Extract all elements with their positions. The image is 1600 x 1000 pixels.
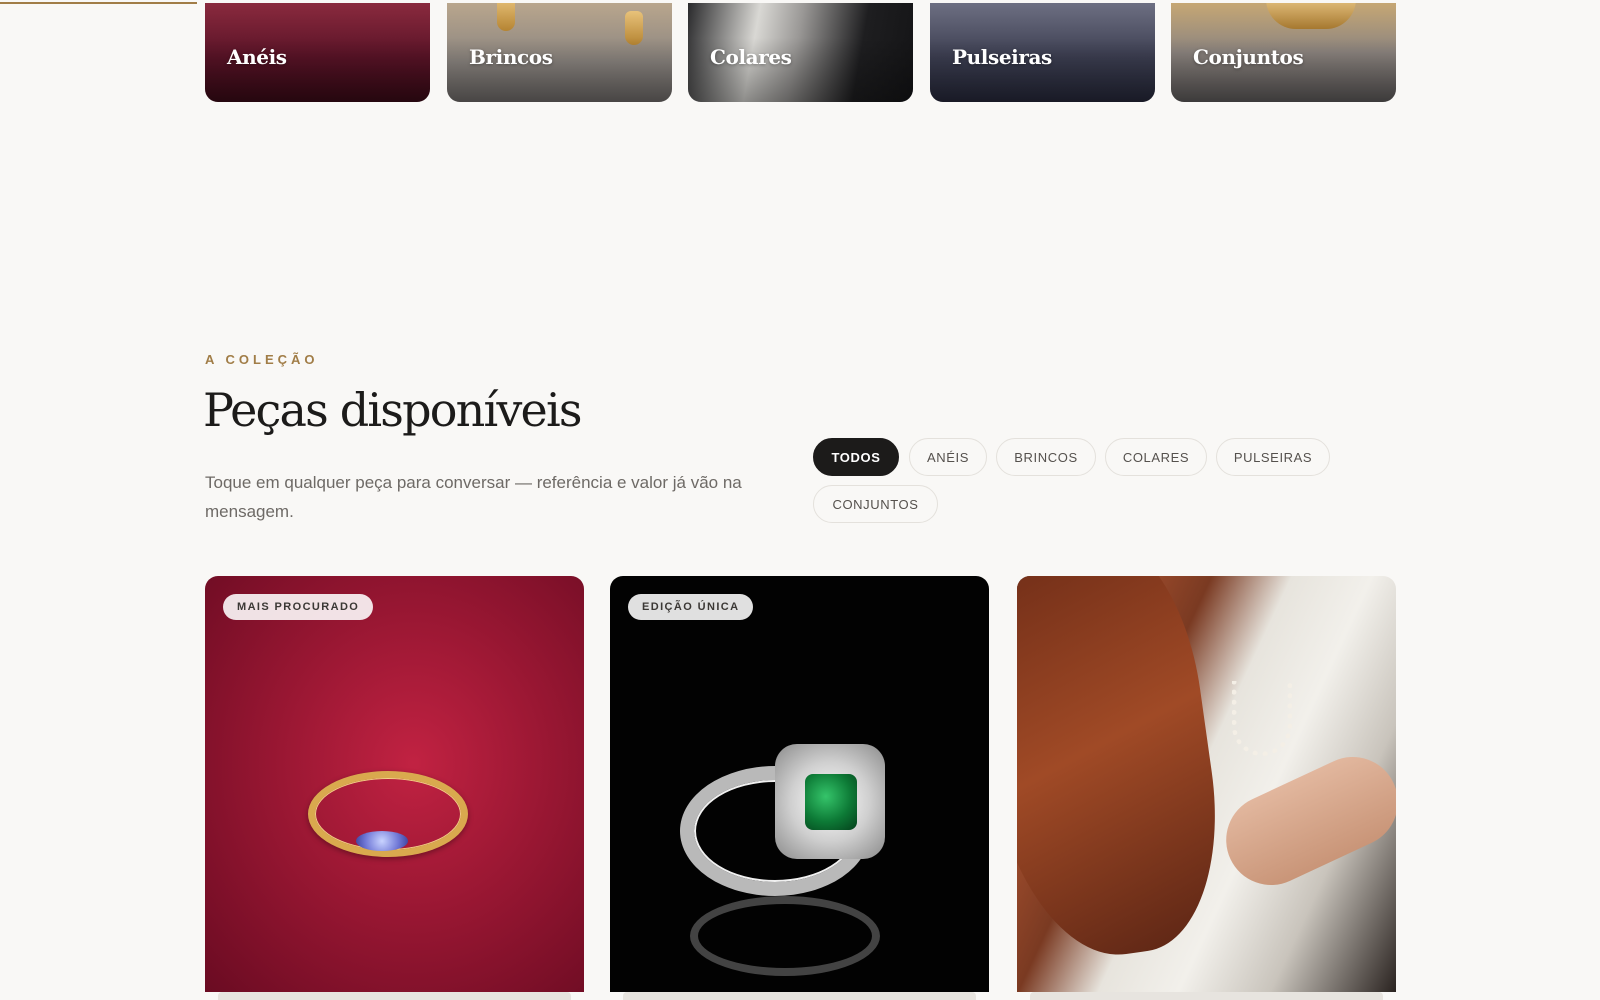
category-card-brincos[interactable]: Brincos [447, 3, 672, 102]
category-label: Anéis [227, 45, 287, 69]
category-card-conjuntos[interactable]: Conjuntos [1171, 3, 1396, 102]
filter-todos[interactable]: TODOS [813, 438, 899, 476]
category-card-colares[interactable]: Colares [688, 3, 913, 102]
category-card-pulseiras[interactable]: Pulseiras [930, 3, 1155, 102]
ring-reflection-image [690, 896, 880, 976]
filter-colares[interactable]: COLARES [1105, 438, 1207, 476]
product-card-footer [218, 992, 571, 1000]
pearl-necklace-image [1232, 681, 1292, 756]
section-description: Toque em qualquer peça para conversar — … [205, 473, 742, 521]
product-card-footer [623, 992, 976, 1000]
product-badge: MAIS PROCURADO [223, 594, 374, 620]
section-eyebrow: A COLEÇÃO [205, 352, 319, 367]
product-card[interactable] [1017, 576, 1396, 992]
model-hair-image [1017, 576, 1236, 970]
category-row: Anéis Brincos Colares Pulseiras Conjunto… [205, 3, 1396, 102]
section-title: Peças disponíveis [203, 383, 583, 437]
filter-conjuntos[interactable]: CONJUNTOS [813, 485, 938, 523]
emerald-stone-image [805, 774, 857, 830]
category-label: Conjuntos [1193, 45, 1304, 69]
ring-stones-image [356, 831, 408, 851]
product-card[interactable]: MAIS PROCURADO [205, 576, 584, 992]
product-card[interactable]: EDIÇÃO ÚNICA [610, 576, 989, 992]
category-label: Colares [710, 45, 792, 69]
category-card-aneis[interactable]: Anéis [205, 3, 430, 102]
category-label: Brincos [469, 45, 553, 69]
filter-brincos[interactable]: BRINCOS [996, 438, 1096, 476]
filter-pulseiras[interactable]: PULSEIRAS [1216, 438, 1330, 476]
category-label: Pulseiras [952, 45, 1052, 69]
product-card-footer [1030, 992, 1383, 1000]
product-badge: EDIÇÃO ÚNICA [628, 594, 754, 620]
model-hand-image [1211, 742, 1396, 900]
filter-aneis[interactable]: ANÉIS [909, 438, 987, 476]
progress-rule [0, 2, 197, 4]
page: Anéis Brincos Colares Pulseiras Conjunto… [0, 0, 1600, 1000]
